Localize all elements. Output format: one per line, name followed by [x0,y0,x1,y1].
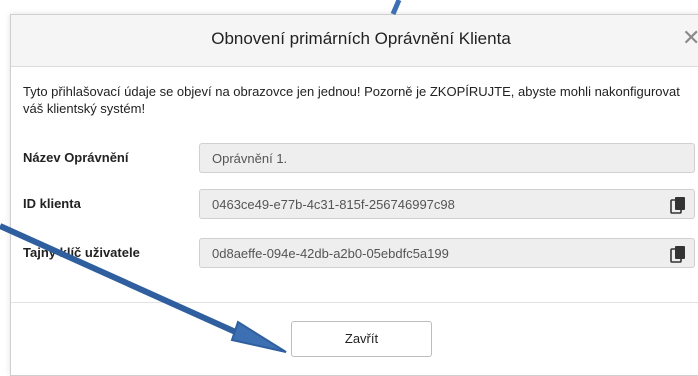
copy-icon[interactable] [670,245,686,263]
field-label-client-secret: Tajný klíč uživatele [23,245,140,260]
client-secret-field[interactable]: 0d8aeffe-094e-42db-a2b0-05ebdfc5a199 [199,238,695,268]
close-icon[interactable]: ✕ [682,27,698,49]
field-label-client-id: ID klienta [23,196,81,211]
footer-divider [11,302,698,303]
close-button[interactable]: Zavřít [291,321,432,357]
info-text: Tyto přihlašovací údaje se objeví na obr… [23,84,680,116]
permission-name-field[interactable]: Oprávnění 1. [199,143,695,173]
client-secret-value: 0d8aeffe-094e-42db-a2b0-05ebdfc5a199 [212,246,449,261]
field-label-permission-name: Název Oprávnění [23,150,129,165]
permission-name-value: Oprávnění 1. [212,151,288,166]
copy-icon[interactable] [670,196,686,214]
dialog: Obnovení primárních Oprávnění Klienta ✕ … [10,14,698,376]
client-id-field[interactable]: 0463ce49-e77b-4c31-815f-256746997c98 [199,189,695,219]
dialog-header: Obnovení primárních Oprávnění Klienta ✕ [11,15,698,67]
client-id-value: 0463ce49-e77b-4c31-815f-256746997c98 [212,197,455,212]
dialog-title: Obnovení primárních Oprávnění Klienta [211,29,511,48]
arrow-top [390,0,402,15]
